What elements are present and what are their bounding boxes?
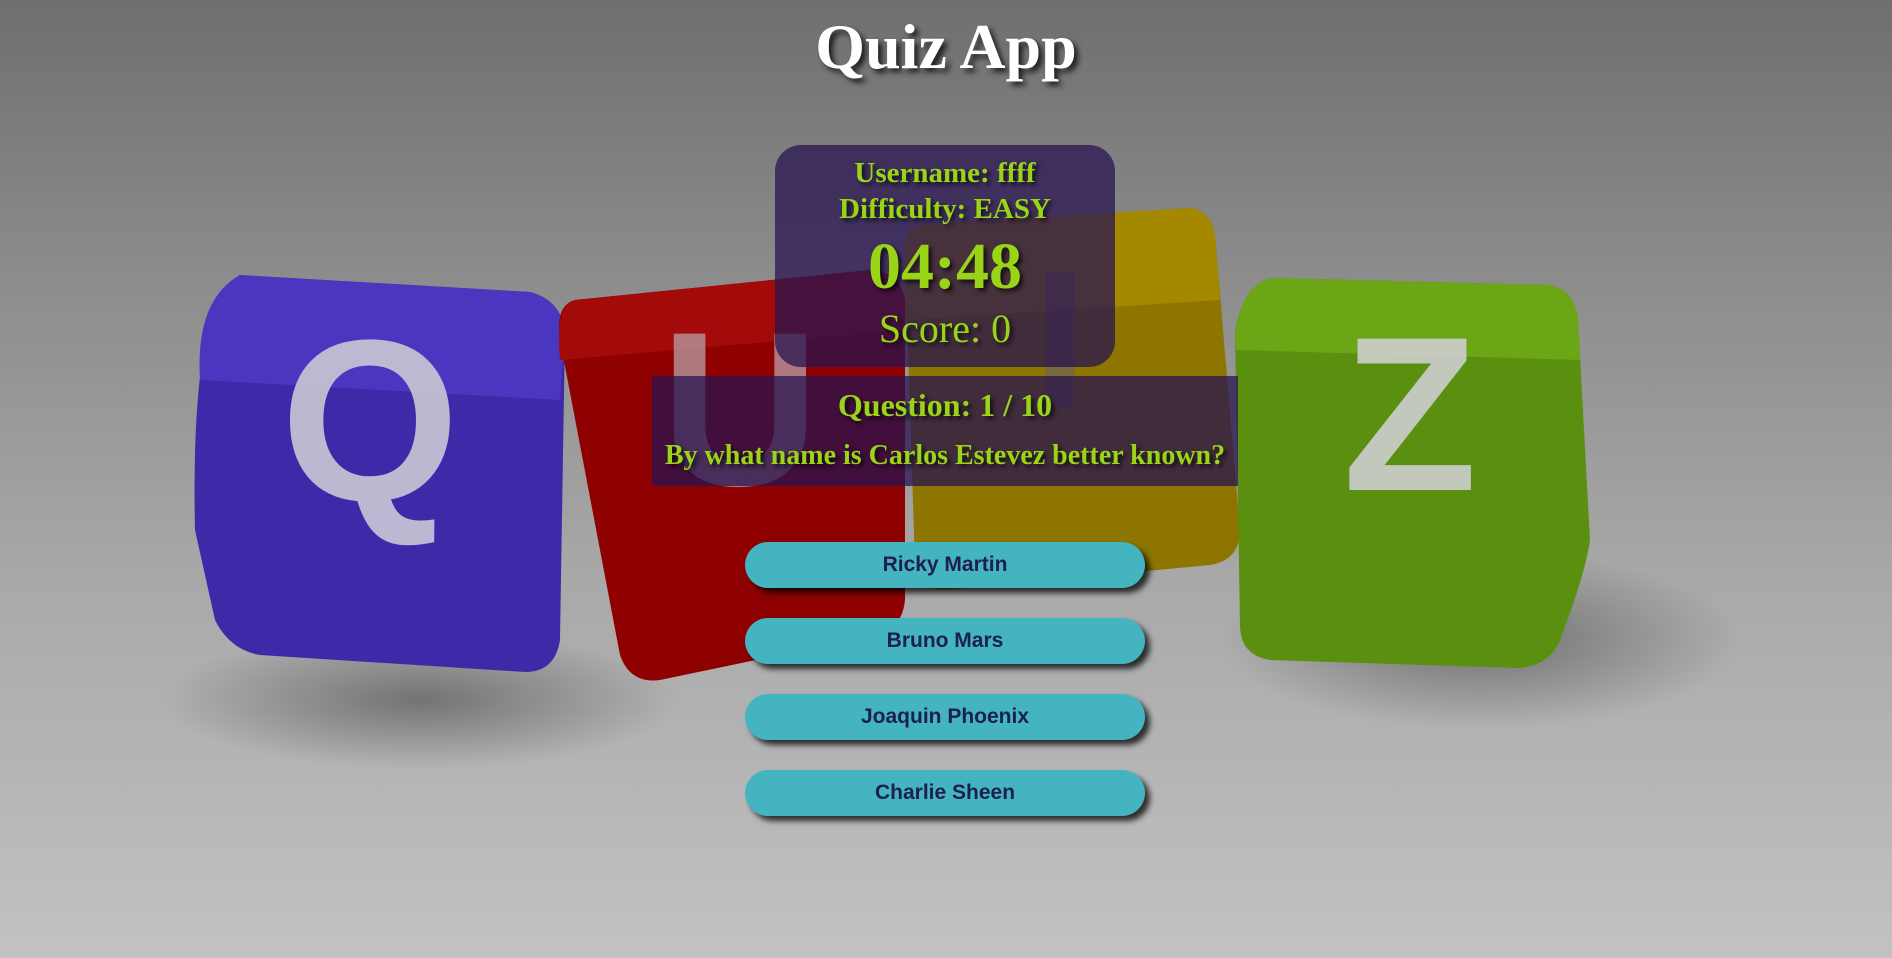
username-label: Username: ffff: [854, 157, 1036, 189]
answer-button-1[interactable]: Ricky Martin: [745, 542, 1145, 588]
countdown-timer: 04:48: [868, 230, 1022, 303]
difficulty-label: Difficulty: EASY: [839, 193, 1051, 225]
question-text: By what name is Carlos Estevez better kn…: [664, 440, 1226, 471]
answer-button-2[interactable]: Bruno Mars: [745, 618, 1145, 664]
score-label: Score: 0: [878, 306, 1012, 351]
question-panel: Question: 1 / 10 By what name is Carlos …: [652, 376, 1238, 486]
svg-text:Z: Z: [1343, 291, 1477, 537]
answer-list: Ricky Martin Bruno Mars Joaquin Phoenix …: [745, 542, 1145, 846]
page-title: Quiz App: [815, 11, 1077, 82]
cube-z-icon: Z: [1235, 278, 1590, 668]
question-counter: Question: 1 / 10: [837, 387, 1053, 423]
svg-text:Q: Q: [281, 292, 460, 549]
cube-q-icon: Q: [194, 275, 565, 672]
answer-button-4[interactable]: Charlie Sheen: [745, 770, 1145, 816]
answer-button-3[interactable]: Joaquin Phoenix: [745, 694, 1145, 740]
player-info-panel: Username: ffff Difficulty: EASY 04:48 Sc…: [775, 145, 1115, 367]
